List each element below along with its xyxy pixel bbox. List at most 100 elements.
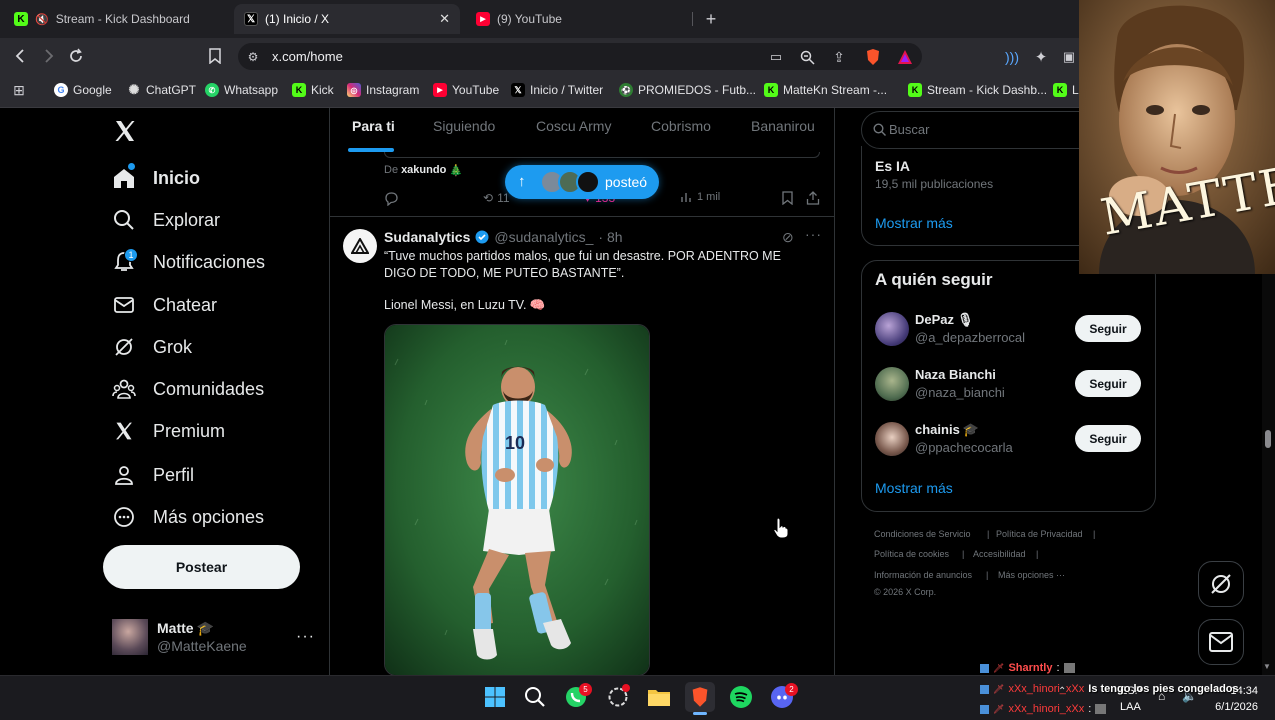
suggestion-avatar[interactable]	[875, 367, 909, 401]
nav-premium[interactable]: Premium	[112, 413, 225, 449]
suggestion-avatar[interactable]	[875, 312, 909, 346]
account-avatar[interactable]	[112, 619, 148, 655]
scroll-down-arrow-icon[interactable]: ▼	[1263, 662, 1271, 671]
post-more-icon[interactable]: ···	[805, 226, 822, 242]
feed-tab-coscu-army[interactable]: Coscu Army	[536, 118, 611, 142]
bookmark-page-icon[interactable]	[204, 45, 226, 67]
taskbar-brave-icon[interactable]	[685, 682, 715, 712]
account-menu-icon[interactable]: ···	[296, 628, 315, 646]
feed-tab-cobrismo[interactable]: Cobrismo	[651, 118, 711, 142]
follow-button[interactable]: Seguir	[1075, 425, 1141, 452]
feed-tab-bananirou[interactable]: Bananirou	[751, 118, 815, 142]
share-icon[interactable]: ⇪	[829, 47, 849, 67]
suggestion-name-row[interactable]: chainis 🎓	[915, 422, 979, 438]
discord-badge: 2	[785, 683, 798, 696]
footer-accessibility-link[interactable]: Accesibilidad	[973, 549, 1026, 559]
suggestion-name-row[interactable]: DePaz 🎙	[915, 312, 974, 328]
zoom-icon[interactable]	[797, 47, 817, 67]
bookmark-youtube[interactable]: ▶ YouTube	[433, 80, 499, 100]
file-explorer-icon[interactable]	[644, 682, 674, 712]
windows-start-icon[interactable]	[480, 682, 510, 712]
bookmark-icon[interactable]	[779, 190, 795, 206]
site-settings-icon[interactable]: ⚙	[244, 48, 262, 66]
bookmark-kick[interactable]: K Kick	[292, 80, 334, 100]
footer-more-link[interactable]: Más opciones ···	[998, 570, 1065, 580]
nav-more-options[interactable]: Más opciones	[112, 499, 264, 535]
tab-x-home[interactable]: 𝕏 (1) Inicio / X ✕	[234, 4, 460, 34]
x-logo-icon[interactable]	[112, 118, 138, 144]
nav-explore[interactable]: Explorar	[112, 202, 220, 238]
trend-title[interactable]: Es IA	[875, 158, 910, 174]
messages-float-button[interactable]	[1198, 619, 1244, 665]
account-name-row[interactable]: Matte 🎓	[157, 620, 214, 637]
search-icon	[112, 208, 136, 232]
bookmark-truncated[interactable]: K L	[1053, 80, 1079, 100]
post-button[interactable]: Postear	[103, 545, 300, 589]
tab-youtube[interactable]: ▶ (9) YouTube	[466, 4, 692, 34]
show-more-suggestions-link[interactable]: Mostrar más	[875, 480, 953, 496]
grok-float-button[interactable]	[1198, 561, 1244, 607]
search-input[interactable]: Buscar	[889, 122, 929, 137]
tab-kick-dashboard[interactable]: K 🔇 Stream - Kick Dashboard	[4, 4, 232, 34]
chat-badge-icon	[980, 663, 989, 673]
bookmark-chatgpt[interactable]: ✺ ChatGPT	[127, 80, 196, 100]
footer-privacy-link[interactable]: Política de Privacidad	[996, 529, 1083, 539]
bookmark-promiedos[interactable]: ⚽ PROMIEDOS - Futb...	[619, 80, 756, 100]
forward-arrow-icon[interactable]	[37, 45, 59, 67]
nav-home[interactable]: Inicio	[112, 160, 200, 196]
brave-shield-icon[interactable]	[862, 46, 884, 68]
nav-grok[interactable]: Grok	[112, 329, 192, 365]
nav-chat[interactable]: Chatear	[112, 287, 217, 323]
feed-tab-following[interactable]: Siguiendo	[433, 118, 495, 142]
post-author-handle[interactable]: @sudanalytics_	[494, 229, 593, 245]
retweet-count[interactable]: ⟲ 11	[483, 191, 510, 205]
cast-icon[interactable]: ▭	[766, 47, 786, 67]
follow-button[interactable]: Seguir	[1075, 315, 1141, 342]
scrollbar-thumb[interactable]	[1265, 430, 1271, 448]
brave-rewards-icon[interactable]	[894, 46, 916, 68]
footer-cookies-link[interactable]: Política de cookies	[874, 549, 949, 559]
suggestion-name-row[interactable]: Naza Bianchi	[915, 367, 999, 382]
post-time[interactable]: · 8h	[598, 229, 622, 245]
apps-grid-icon[interactable]: ⊞	[9, 80, 29, 100]
views-count[interactable]: 1 mil	[680, 191, 720, 203]
share-icon[interactable]	[805, 190, 821, 206]
reply-icon[interactable]	[383, 190, 399, 206]
reload-icon[interactable]	[65, 45, 87, 67]
bookmark-label: Whatsapp	[224, 83, 279, 97]
nav-profile[interactable]: Perfil	[112, 457, 194, 493]
footer-ads-link[interactable]: Información de anuncios	[874, 570, 972, 580]
url-text[interactable]: x.com/home	[272, 49, 343, 64]
muted-speaker-icon[interactable]: 🔇	[35, 13, 49, 26]
from-user[interactable]: xakundo	[401, 164, 446, 177]
suggestion-avatar[interactable]	[875, 422, 909, 456]
spotify-icon[interactable]	[726, 682, 756, 712]
bookmark-label: L	[1072, 83, 1079, 97]
post-author-avatar[interactable]	[343, 229, 377, 263]
bookmark-google[interactable]: G Google	[54, 80, 112, 100]
grok-icon[interactable]: ⊘	[782, 229, 794, 246]
nav-label: Chatear	[153, 294, 218, 315]
x-logo-icon	[112, 419, 136, 443]
bookmark-x-home[interactable]: 𝕏 Inicio / Twitter	[511, 80, 603, 100]
bookmark-whatsapp[interactable]: ✆ Whatsapp	[205, 80, 278, 100]
extensions-puzzle-icon[interactable]: ✦	[1031, 47, 1051, 67]
feed-tab-for-you[interactable]: Para ti	[352, 118, 395, 142]
nav-label: Premium	[153, 420, 226, 441]
post-author-name[interactable]: Sudanalytics	[384, 229, 470, 245]
new-tab-plus-icon[interactable]: +	[700, 8, 722, 30]
bookmark-mattekn-stream[interactable]: K MatteKn Stream -...	[764, 80, 887, 100]
taskbar-search-icon[interactable]	[520, 682, 550, 712]
show-more-trends-link[interactable]: Mostrar más	[875, 215, 953, 231]
close-tab-icon[interactable]: ✕	[439, 11, 450, 27]
post-image[interactable]: 10	[384, 324, 650, 676]
footer-terms-link[interactable]: Condiciones de Servicio	[874, 529, 971, 539]
footer-separator: |	[1093, 529, 1096, 539]
bookmark-kick-dashboard[interactable]: K Stream - Kick Dashb...	[908, 80, 1047, 100]
follow-button[interactable]: Seguir	[1075, 370, 1141, 397]
nav-communities[interactable]: Comunidades	[112, 371, 264, 407]
sidebar-toggle-icon[interactable]: ▣	[1059, 47, 1079, 67]
back-arrow-icon[interactable]	[10, 45, 32, 67]
bookmark-instagram[interactable]: ◎ Instagram	[347, 80, 419, 100]
audio-wave-icon[interactable]: )))	[1002, 47, 1022, 67]
